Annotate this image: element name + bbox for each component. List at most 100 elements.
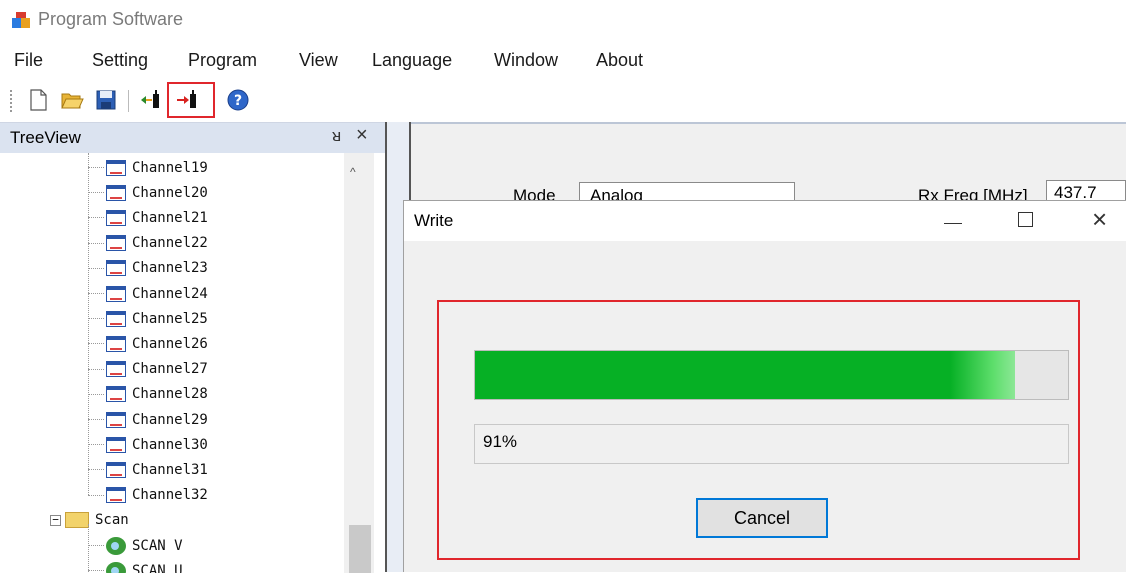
tree-item-label: Channel20 [132,184,208,201]
tree-folder-scan[interactable]: − Scan [50,508,129,533]
tree-item-label: Channel24 [132,285,208,302]
channel-icon [106,361,126,378]
tree-item-label: Channel19 [132,159,208,176]
tree-item-scan[interactable]: SCAN V [106,533,183,558]
tree-item-channel[interactable]: Channel32 [106,483,208,508]
tree-folder-label: Scan [95,512,129,529]
dialog-close-icon[interactable]: × [1092,204,1107,235]
tree-item-channel[interactable]: Channel30 [106,432,208,457]
channel-icon [106,461,126,478]
channel-icon [106,235,126,252]
tree-item-label: Channel30 [132,436,208,453]
tree-item-label: Channel25 [132,310,208,327]
menu-window[interactable]: Window [494,50,558,71]
scrollbar-thumb[interactable] [349,525,371,573]
tree-item-label: Channel21 [132,209,208,226]
tree-item-channel[interactable]: Channel21 [106,205,208,230]
tree-connector [88,167,104,168]
close-icon[interactable]: × [356,124,368,147]
tree-item-channel[interactable]: Channel29 [106,407,208,432]
channel-icon [106,310,126,327]
tree-connector [88,318,104,320]
tree-item-label: Channel22 [132,235,208,252]
tree-item-label: SCAN V [132,537,183,554]
save-icon[interactable] [94,88,118,112]
tree-item-channel[interactable]: Channel19 [106,155,208,180]
tree-connector [88,570,104,572]
menu-bar: File Setting Program View Language Windo… [0,40,1126,80]
read-from-radio-icon[interactable] [139,88,163,112]
menu-setting[interactable]: Setting [92,50,148,71]
treeview-title: TreeView [10,128,81,147]
collapse-icon[interactable]: − [50,514,61,526]
menu-view[interactable]: View [299,50,338,71]
tree-item-label: Channel26 [132,335,208,352]
menu-program[interactable]: Program [188,50,257,71]
scrollbar[interactable] [344,153,374,573]
tree-item-channel[interactable]: Channel25 [106,306,208,331]
menu-language[interactable]: Language [372,50,452,71]
tree-item-channel[interactable]: Channel22 [106,231,208,256]
write-dialog: Write × 91% Cancel [403,200,1126,572]
tree-connector [88,267,104,269]
scan-icon [106,561,126,573]
app-icon [12,12,30,28]
tree-item-channel[interactable]: Channel20 [106,180,208,205]
channel-icon [106,260,126,277]
tree-item-channel[interactable]: Channel24 [106,281,208,306]
open-folder-icon[interactable] [60,88,84,112]
tree-connector [88,293,104,294]
tree: Channel19 Channel20 Channel21 Channel22 Chan… [0,153,385,573]
tree-connector [88,545,104,546]
tree-item-label: Channel32 [132,487,208,504]
toolbar-grip [10,90,12,112]
tree-connector [88,419,104,420]
progress-fill [475,351,1015,399]
tree-connector [88,494,104,496]
channel-icon [106,184,126,201]
progress-text-box: 91% [474,424,1069,464]
new-file-icon[interactable] [26,88,50,112]
channel-icon [106,285,126,302]
title-bar: Program Software [0,0,1126,40]
maximize-icon[interactable] [1018,212,1033,227]
tree-connector [88,192,104,194]
progress-percent: 91% [483,432,518,451]
svg-text:?: ? [234,93,242,109]
tree-connector [88,217,104,219]
toolbar-separator [128,90,129,112]
toolbar: ? [0,80,1126,122]
tree-connector [88,469,104,471]
help-icon[interactable]: ? [226,88,250,112]
cancel-button[interactable]: Cancel [696,498,828,538]
tree-item-scan[interactable]: SCAN U [106,558,183,573]
tree-connector [88,343,104,345]
tree-connector [88,368,104,370]
tree-item-label: Channel31 [132,461,208,478]
tree-connector [88,523,89,573]
treeview-header: TreeView ᴚ × [0,123,385,153]
tree-item-label: Channel23 [132,260,208,277]
tree-item-channel[interactable]: Channel28 [106,382,208,407]
tree-item-channel[interactable]: Channel23 [106,256,208,281]
minimize-icon[interactable] [944,223,962,224]
tree-item-channel[interactable]: Channel27 [106,357,208,382]
tree-connector [88,444,104,446]
window-title: Program Software [38,9,184,29]
pin-icon[interactable]: ᴚ [332,126,341,146]
channel-icon [106,487,126,504]
tree-item-label: SCAN U [132,562,183,573]
treeview-panel: TreeView ᴚ × Channel19 Channel20 Channel21… [0,122,385,573]
tree-item-label: Channel27 [132,361,208,378]
tree-item-channel[interactable]: Channel26 [106,331,208,356]
scroll-up-icon[interactable]: ^ [350,165,356,179]
tree-item-channel[interactable]: Channel31 [106,457,208,482]
menu-file[interactable]: File [14,50,43,71]
tree-connector [88,393,104,395]
channel-icon [106,209,126,226]
write-button-highlight [167,82,215,118]
tree-item-label: Channel28 [132,386,208,403]
channel-icon [106,386,126,403]
menu-about[interactable]: About [596,50,643,71]
channel-icon [106,411,126,428]
